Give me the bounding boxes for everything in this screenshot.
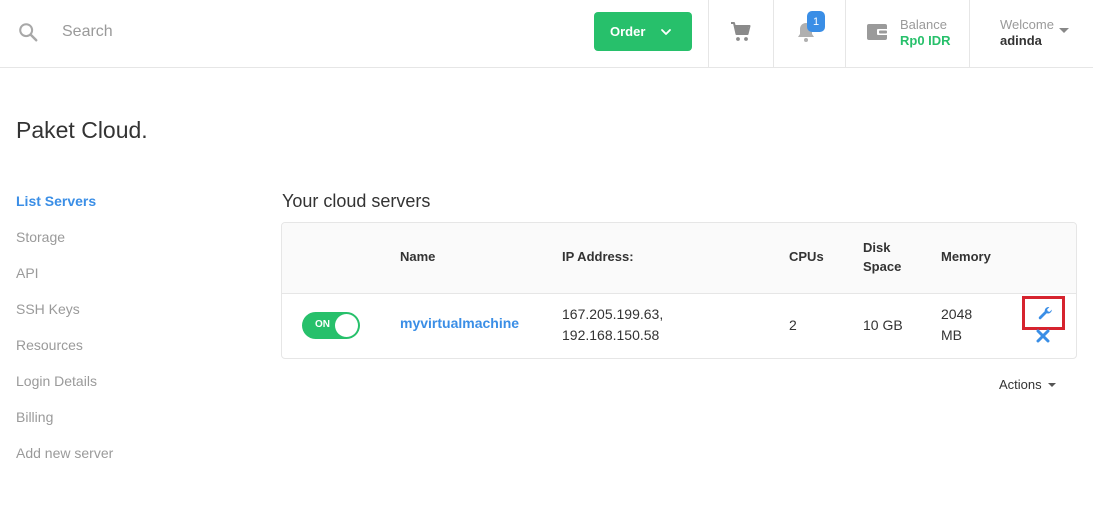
ip-address-value: 192.168.150.58 bbox=[562, 327, 660, 343]
welcome-label: Welcome bbox=[1000, 17, 1054, 32]
sidebar-item-storage[interactable]: Storage bbox=[16, 228, 216, 264]
servers-table: Name IP Address: CPUs Disk Space Memory … bbox=[281, 222, 1077, 359]
balance-value: Rp0 IDR bbox=[900, 33, 951, 48]
sidebar-item-api[interactable]: API bbox=[16, 264, 216, 300]
sidebar-item-add-new-server[interactable]: Add new server bbox=[16, 444, 216, 480]
close-icon[interactable] bbox=[1036, 329, 1050, 343]
chevron-down-icon bbox=[661, 29, 671, 35]
disk-value: 10 GB bbox=[863, 317, 903, 333]
top-header: Order 1 Balance Rp0 IDR Welcome adinda bbox=[0, 0, 1093, 68]
sidebar-item-resources[interactable]: Resources bbox=[16, 336, 216, 372]
caret-down-icon bbox=[1047, 382, 1056, 387]
sidebar-item-login-details[interactable]: Login Details bbox=[16, 372, 216, 408]
wrench-icon bbox=[1038, 307, 1052, 320]
column-header-disk: Space bbox=[863, 259, 902, 274]
column-header-name: Name bbox=[400, 249, 436, 264]
column-header-cpus: CPUs bbox=[789, 249, 824, 264]
power-toggle[interactable]: ON bbox=[302, 312, 360, 339]
notification-badge: 1 bbox=[807, 11, 825, 32]
search-icon[interactable] bbox=[17, 21, 39, 43]
sidebar-item-billing[interactable]: Billing bbox=[16, 408, 216, 444]
sidebar-item-list-servers[interactable]: List Servers bbox=[16, 192, 216, 228]
column-header-memory: Memory bbox=[941, 249, 991, 264]
cpus-value: 2 bbox=[789, 317, 797, 333]
search-input[interactable] bbox=[52, 16, 452, 48]
column-header-disk: Disk bbox=[863, 240, 891, 255]
memory-value: MB bbox=[941, 327, 962, 343]
header-divider bbox=[708, 0, 709, 68]
caret-down-icon[interactable] bbox=[1059, 28, 1069, 33]
page-title: Paket Cloud. bbox=[16, 117, 148, 143]
toggle-label: ON bbox=[315, 319, 330, 330]
header-divider bbox=[773, 0, 774, 68]
ip-address-value: 167.205.199.63, bbox=[562, 306, 664, 322]
toggle-knob bbox=[335, 314, 358, 337]
actions-label: Actions bbox=[999, 377, 1042, 392]
user-menu[interactable]: adinda bbox=[1000, 33, 1042, 48]
sidebar-item-ssh-keys[interactable]: SSH Keys bbox=[16, 300, 216, 336]
edit-server-button[interactable] bbox=[1022, 296, 1065, 330]
section-title: Your cloud servers bbox=[282, 191, 431, 211]
sidebar-nav: List Servers Storage API SSH Keys Resour… bbox=[16, 192, 216, 480]
order-button[interactable]: Order bbox=[594, 12, 692, 51]
header-divider bbox=[969, 0, 970, 68]
actions-dropdown[interactable]: Actions bbox=[999, 377, 1056, 392]
column-header-ip: IP Address: bbox=[562, 249, 634, 264]
cart-icon[interactable] bbox=[729, 20, 753, 44]
wallet-icon bbox=[867, 24, 889, 40]
order-button-label: Order bbox=[610, 24, 646, 39]
server-name-link[interactable]: myvirtualmachine bbox=[400, 315, 519, 331]
memory-value: 2048 bbox=[941, 306, 973, 322]
balance-label: Balance bbox=[900, 17, 947, 32]
header-divider bbox=[845, 0, 846, 68]
table-header: Name IP Address: CPUs Disk Space Memory bbox=[282, 223, 1076, 294]
